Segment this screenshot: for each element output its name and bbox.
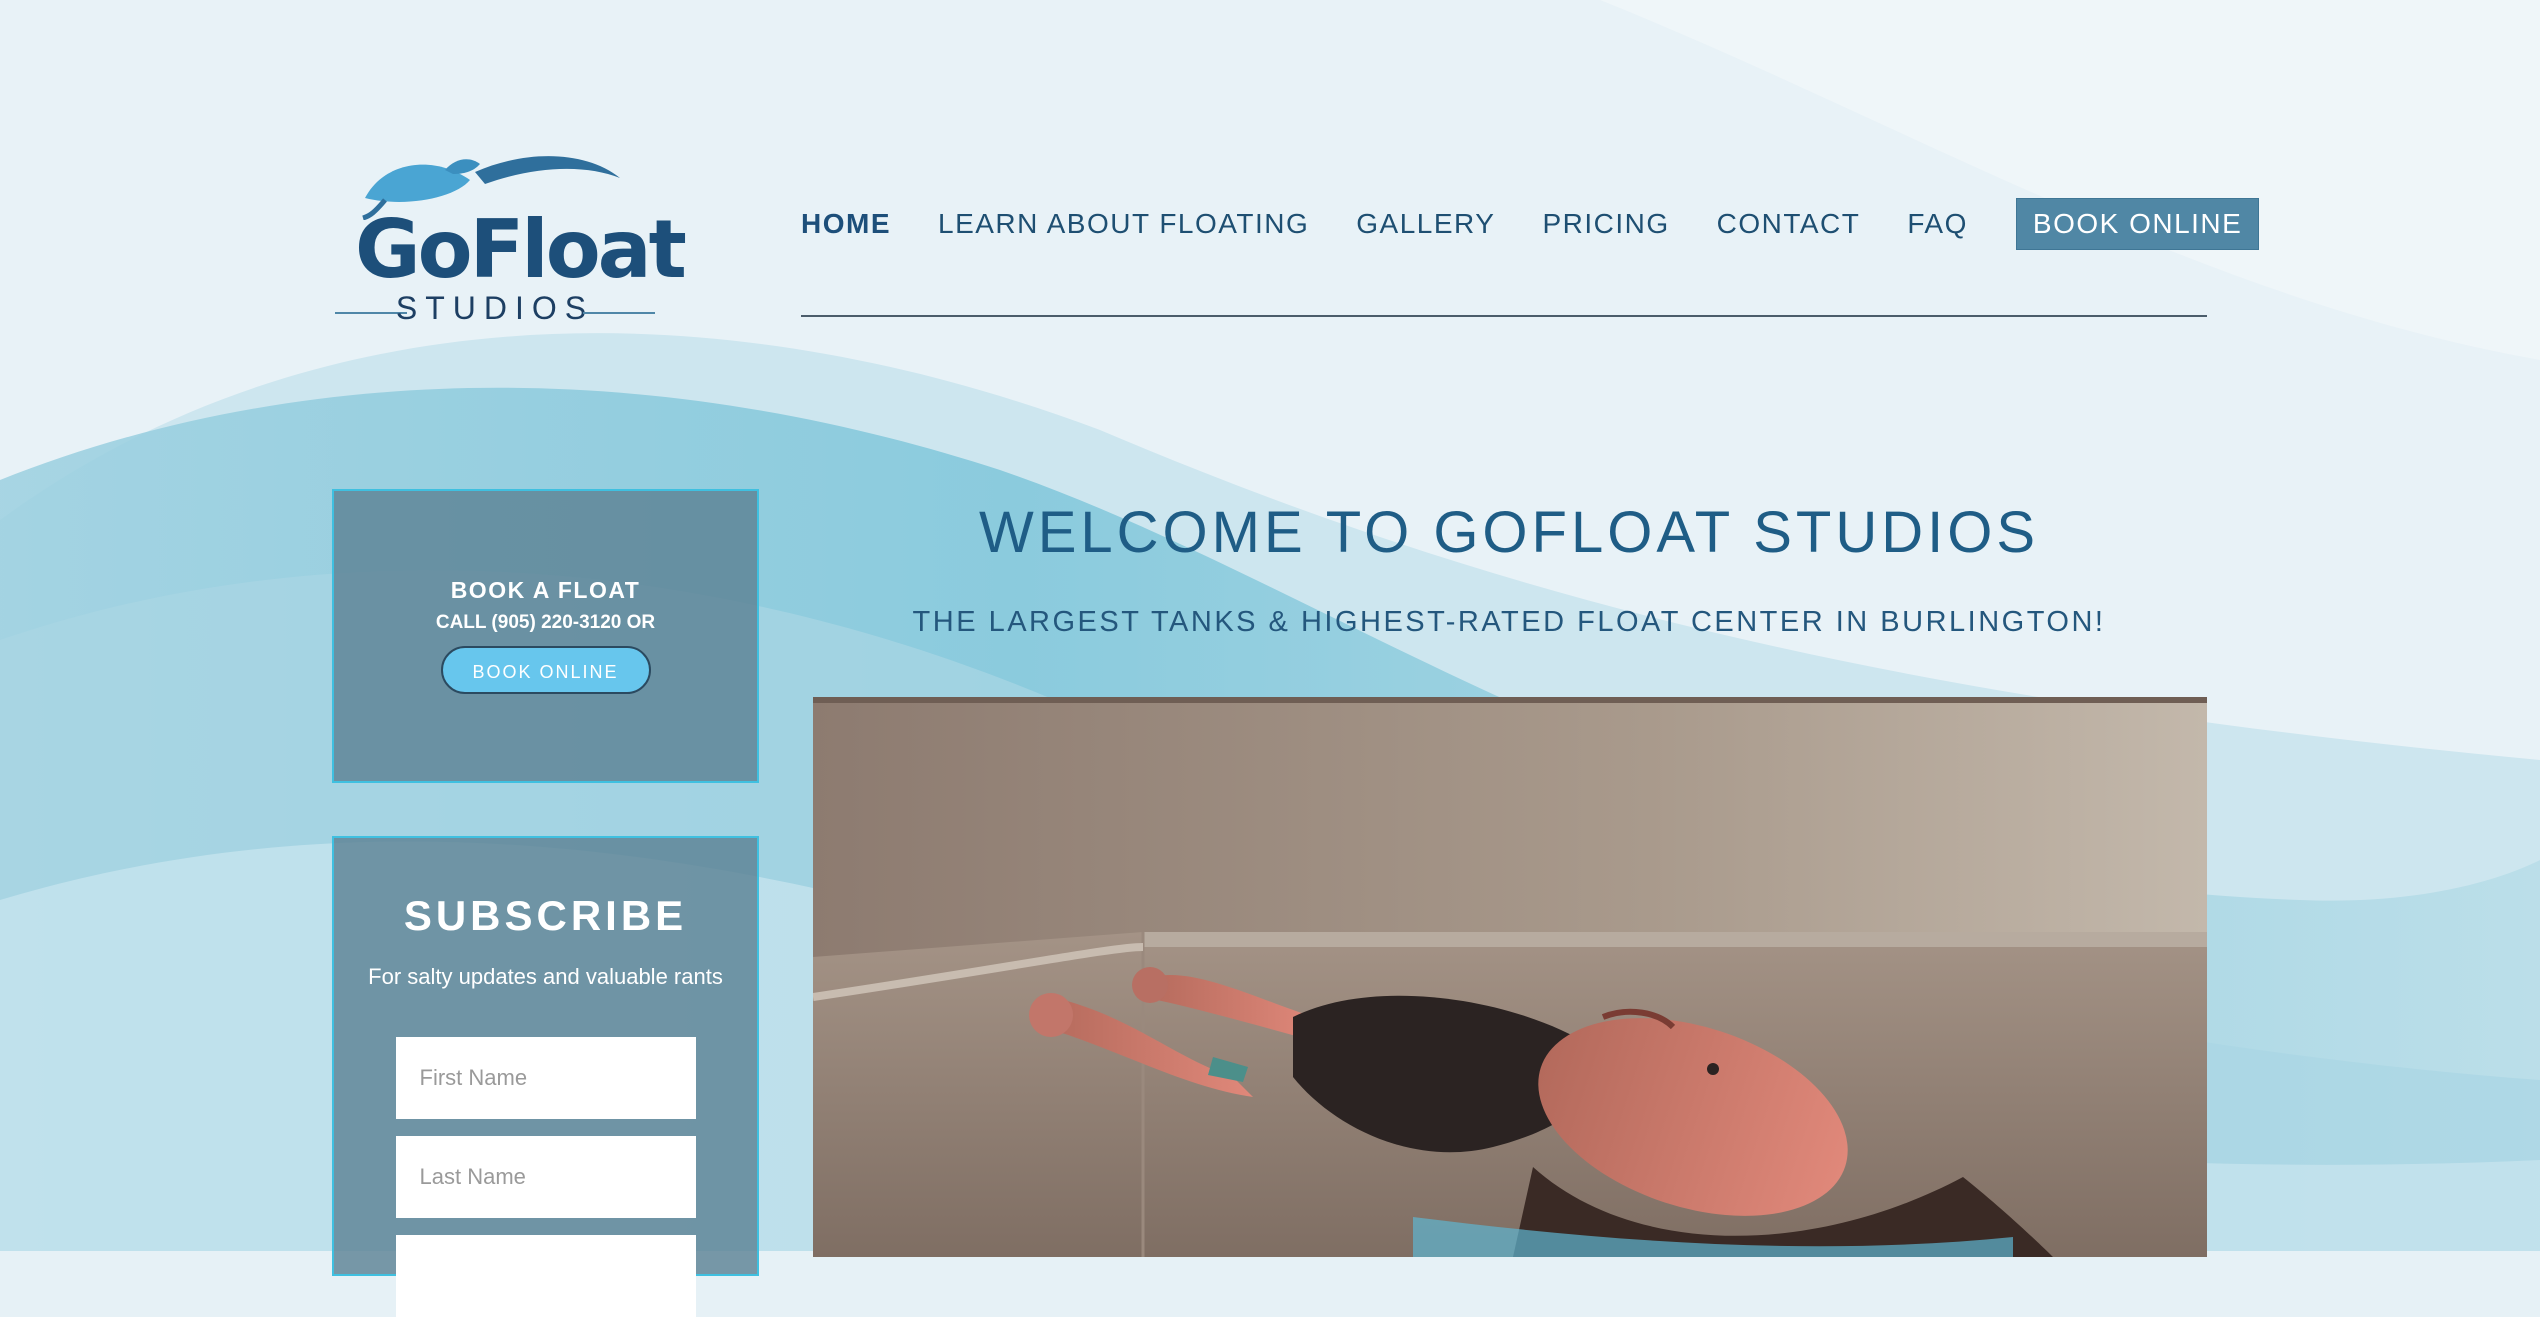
last-name-input[interactable] [395,1136,696,1218]
logo-brand-text: GoFloat [355,203,687,296]
book-box-title: BOOK A FLOAT [450,577,641,603]
page-title: WELCOME TO GOFLOAT STUDIOS [978,500,2040,565]
book-box-call-text: CALL (905) 220-3120 OR [435,612,656,633]
book-online-pill-button[interactable]: BOOK ONLINE [440,646,651,694]
nav-learn-about-floating[interactable]: LEARN ABOUT FLOATING [938,208,1309,240]
main-nav: HOME LEARN ABOUT FLOATING GALLERY PRICIN… [801,198,2260,250]
nav-divider [801,315,2207,317]
page-tagline: THE LARGEST TANKS & HIGHEST-RATED FLOAT … [912,606,2106,638]
subscribe-heading: SUBSCRIBE [403,892,688,939]
nav-home[interactable]: HOME [801,208,891,240]
nav-gallery[interactable]: GALLERY [1356,208,1495,240]
nav-contact[interactable]: CONTACT [1717,208,1861,240]
gofloat-logo[interactable]: GoFloat STUDIOS [335,150,687,330]
first-name-input[interactable] [395,1037,696,1119]
nav-pricing[interactable]: PRICING [1542,208,1669,240]
email-input[interactable] [395,1235,696,1317]
nav-book-online-button[interactable]: BOOK ONLINE [2015,198,2260,250]
nav-faq[interactable]: FAQ [1907,208,1968,240]
logo-studios-text: STUDIOS [395,290,595,326]
subscribe-box: SUBSCRIBE For salty updates and valuable… [332,836,759,1317]
logo-rule-right [583,312,655,314]
book-a-float-box: BOOK A FLOAT CALL (905) 220-3120 OR BOOK… [332,489,759,783]
subscribe-description: For salty updates and valuable rants [368,964,723,989]
hero-image [813,697,2207,1257]
